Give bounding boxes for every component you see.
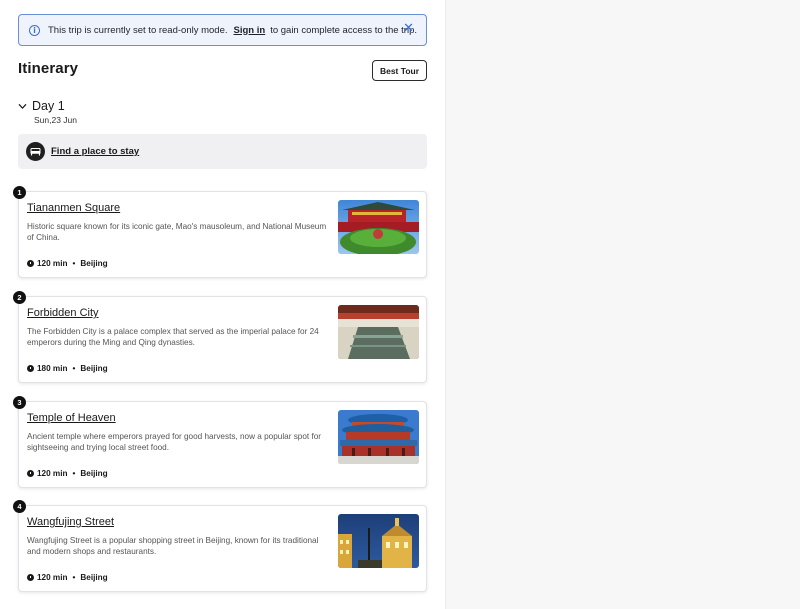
banner-message-text: This trip is currently set to read-only … [48,24,228,36]
place-card-temple-of-heaven[interactable]: 3 Temple of Heaven Ancient temple where … [13,396,427,488]
place-meta: 120 min • Beijing [27,573,108,582]
place-description: Wangfujing Street is a popular shopping … [27,536,319,557]
place-meta: 120 min • Beijing [27,259,108,268]
clock-icon [27,260,34,267]
meta-separator: • [72,573,76,582]
place-card-wangfujing-street[interactable]: 4 Wangfujing Street Wangfujing Street is… [13,500,427,592]
best-tour-button[interactable]: Best Tour [372,60,427,81]
place-number-badge: 2 [13,291,26,304]
find-stay-bar[interactable]: Find a place to stay [18,134,427,169]
place-city: Beijing [80,573,108,582]
place-photo[interactable] [338,200,419,254]
place-city: Beijing [80,364,108,373]
place-title[interactable]: Forbidden City [27,307,99,319]
place-city: Beijing [80,259,108,268]
place-city: Beijing [80,469,108,478]
page-title: Itinerary [18,60,79,77]
chevron-down-icon[interactable] [18,102,27,111]
place-photo[interactable] [338,514,419,568]
place-number-badge: 4 [13,500,26,513]
place-number-badge: 1 [13,186,26,199]
place-meta: 120 min • Beijing [27,469,108,478]
place-description: Historic square known for its iconic gat… [27,222,327,243]
place-description: Ancient temple where emperors prayed for… [27,432,321,453]
info-icon: i [29,24,40,36]
close-icon[interactable]: ✕ [403,22,414,36]
sign-in-link[interactable]: Sign in [234,25,266,36]
itinerary-panel: i This trip is currently set to read-onl… [0,0,445,609]
place-duration: 120 min [37,259,68,268]
meta-separator: • [72,364,76,373]
meta-separator: • [72,259,76,268]
banner-message: This trip is currently set to read-only … [48,25,417,36]
clock-icon [27,365,34,372]
day-header[interactable]: Day 1 [18,99,65,113]
bed-icon [26,142,45,161]
place-meta: 180 min • Beijing [27,364,108,373]
read-only-banner: i This trip is currently set to read-onl… [18,14,427,46]
place-card-forbidden-city[interactable]: 2 Forbidden City The Forbidden City is a… [13,291,427,383]
place-duration: 120 min [37,573,68,582]
place-title[interactable]: Temple of Heaven [27,412,116,424]
clock-icon [27,470,34,477]
place-title[interactable]: Wangfujing Street [27,516,114,528]
place-description: The Forbidden City is a palace complex t… [27,327,319,348]
clock-icon [27,574,34,581]
place-duration: 120 min [37,469,68,478]
place-title[interactable]: Tiananmen Square [27,202,120,214]
banner-message-suffix: to gain complete access to the trip. [270,24,417,36]
place-photo[interactable] [338,410,419,464]
find-stay-link[interactable]: Find a place to stay [51,146,139,157]
place-duration: 180 min [37,364,68,373]
place-photo[interactable] [338,305,419,359]
place-card-tiananmen-square[interactable]: 1 Tiananmen Square Historic square known… [13,186,427,278]
day-date: Sun,23 Jun [34,115,78,125]
right-side-panel [445,0,800,609]
meta-separator: • [72,469,76,478]
place-number-badge: 3 [13,396,26,409]
day-title: Day 1 [32,99,65,113]
